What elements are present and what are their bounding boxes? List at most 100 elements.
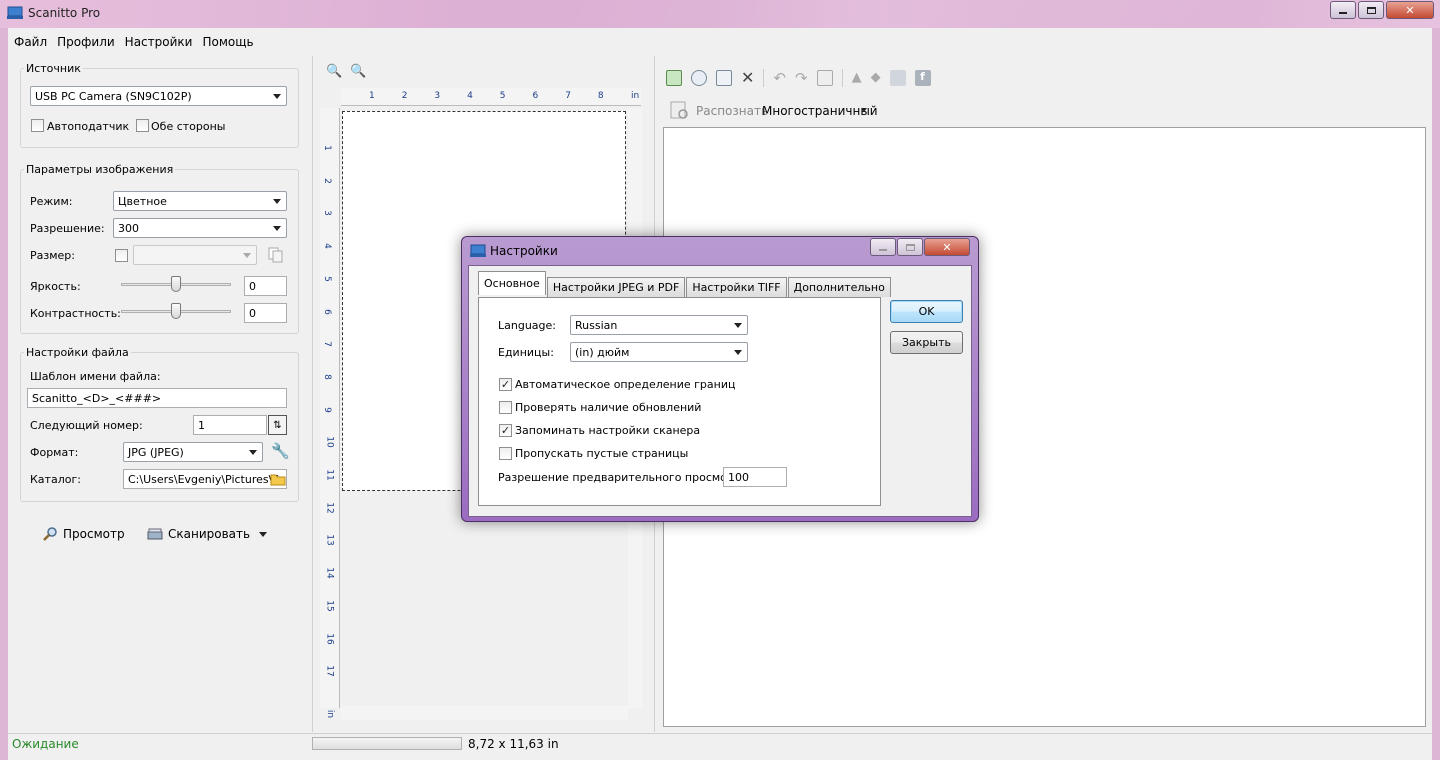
filename-template-input[interactable]: Scanitto_<D>_<###> (27, 388, 287, 408)
ruler-unit: in (325, 709, 336, 719)
chevron-down-icon[interactable] (861, 108, 867, 112)
delete-icon[interactable]: ✕ (741, 68, 754, 87)
dropbox-icon[interactable]: ◆ (871, 70, 881, 85)
chevron-down-icon (734, 323, 742, 328)
minimize-button[interactable] (1330, 1, 1356, 19)
maximize-button[interactable] (1358, 1, 1384, 19)
magnifier-icon (43, 527, 57, 541)
format-label: Формат: (30, 446, 79, 459)
ruler-tick-label: 3 (434, 91, 441, 101)
tab-tiff[interactable]: Настройки TIFF (686, 277, 787, 297)
ocr-icon[interactable] (669, 100, 691, 122)
chevron-down-icon (273, 94, 281, 99)
ruler-tick-label: 13 (324, 534, 335, 547)
zoom-page-icon[interactable] (691, 69, 707, 86)
resolution-select[interactable]: 300 (113, 218, 287, 238)
app-icon (7, 6, 23, 19)
ruler-tick-label: 9 (321, 406, 332, 413)
preview-label: Просмотр (63, 527, 125, 541)
resolution-label: Разрешение: (30, 222, 105, 235)
skip-blank-checkbox[interactable] (499, 447, 512, 460)
contrast-slider-thumb[interactable] (171, 303, 181, 319)
brightness-input[interactable]: 0 (244, 276, 287, 296)
device-select[interactable]: USB PC Camera (SN9C102P) (30, 86, 287, 106)
adf-checkbox[interactable] (31, 119, 44, 132)
directory-input[interactable]: C:\Users\Evgeniy\Pictures\Sca (123, 469, 287, 489)
tab-general[interactable]: Основное (478, 271, 546, 295)
ruler-tick-label: 8 (597, 91, 604, 101)
contrast-label: Контрастность: (30, 307, 121, 320)
add-page-icon[interactable] (666, 69, 682, 86)
auto-borders-checkbox[interactable]: ✓ (499, 378, 512, 391)
facebook-icon[interactable]: f (914, 69, 931, 86)
menu-help[interactable]: Помощь (197, 35, 258, 49)
next-number-input[interactable]: 1 (193, 415, 267, 435)
tab-advanced[interactable]: Дополнительно (787, 277, 891, 297)
ok-button[interactable]: OK (890, 300, 963, 323)
folder-icon[interactable] (270, 473, 286, 486)
spin-updown-icon[interactable]: ⇅ (268, 415, 287, 435)
language-select[interactable]: Russian (570, 315, 748, 335)
close-icon: ✕ (942, 240, 952, 254)
resolution-value: 300 (118, 221, 139, 235)
contrast-input[interactable]: 0 (244, 303, 287, 323)
preview-button[interactable]: Просмотр (42, 526, 125, 542)
redo-icon[interactable]: ↷ (795, 69, 808, 87)
tab-strip: Основное Настройки JPEG и PDF Настройки … (478, 271, 891, 297)
size-label: Размер: (30, 249, 75, 262)
ruler-tick-label: 7 (565, 91, 571, 101)
remember-scanner-label: Запоминать настройки сканера (515, 424, 701, 437)
units-select[interactable]: (in) дюйм (570, 342, 748, 362)
next-number-label: Следующий номер: (30, 419, 143, 432)
chevron-down-icon[interactable] (259, 531, 268, 537)
recognize-button[interactable]: Распознать (696, 104, 768, 118)
ruler-tick-label: 12 (324, 501, 335, 514)
mode-select[interactable]: Цветное (113, 191, 287, 211)
zoom-in-icon[interactable]: 🔍 (326, 64, 342, 79)
menu-file[interactable]: Файл (8, 35, 52, 49)
right-toolbar: ✕ ↶ ↷ ▲ ◆ f (666, 68, 931, 87)
ruler-tick-label: 10 (324, 436, 335, 449)
undo-icon[interactable]: ↶ (773, 69, 786, 87)
duplex-label: Обе стороны (151, 120, 226, 133)
horizontal-scrollbar[interactable] (341, 706, 628, 720)
dialog-close-text-button[interactable]: Закрыть (890, 331, 963, 354)
ruler-tick-label: 15 (324, 600, 335, 612)
remember-scanner-checkbox[interactable]: ✓ (499, 424, 512, 437)
twitter-icon[interactable] (889, 69, 906, 86)
check-updates-label: Проверять наличие обновлений (515, 401, 702, 414)
adf-label: Автоподатчик (47, 120, 130, 133)
source-group (20, 68, 299, 148)
image-params-label: Параметры изображения (24, 163, 176, 176)
zoom-out-icon[interactable]: 🔍 (350, 64, 366, 79)
status-bar (8, 733, 1432, 755)
duplex-checkbox[interactable] (136, 119, 149, 132)
ruler-tick-label: 14 (324, 567, 335, 579)
check-updates-checkbox[interactable] (499, 401, 512, 414)
window-title: Scanitto Pro (28, 6, 101, 20)
crop-icon[interactable] (816, 69, 833, 86)
ruler-tick-label: 2 (321, 177, 332, 184)
page-size-icon[interactable] (268, 247, 284, 263)
tab-jpeg-pdf[interactable]: Настройки JPEG и PDF (546, 277, 686, 297)
format-select[interactable]: JPG (JPEG) (123, 442, 263, 462)
title-bar (0, 0, 1440, 28)
cloud-drive-icon[interactable]: ▲ (852, 70, 862, 85)
size-checkbox[interactable] (115, 249, 128, 262)
brightness-slider-thumb[interactable] (171, 276, 181, 292)
ruler-tick-label: 4 (467, 91, 473, 101)
chevron-down-icon (273, 199, 281, 204)
edit-page-icon[interactable] (716, 69, 732, 86)
directory-label: Каталог: (30, 473, 81, 486)
preview-resolution-input[interactable]: 100 (723, 467, 787, 487)
close-button[interactable]: ✕ (1386, 1, 1434, 19)
wrench-icon[interactable]: 🔧 (271, 442, 290, 460)
dialog-client: Основное Настройки JPEG и PDF Настройки … (468, 265, 972, 517)
ruler-tick-label: 2 (401, 91, 408, 101)
scan-button[interactable]: Сканировать (147, 526, 268, 542)
menu-profiles[interactable]: Профили (52, 35, 120, 49)
dialog-close-button[interactable]: ✕ (924, 238, 970, 256)
language-value: Russian (575, 318, 618, 332)
checkmark-icon: ✓ (500, 424, 511, 437)
menu-settings[interactable]: Настройки (120, 35, 198, 49)
